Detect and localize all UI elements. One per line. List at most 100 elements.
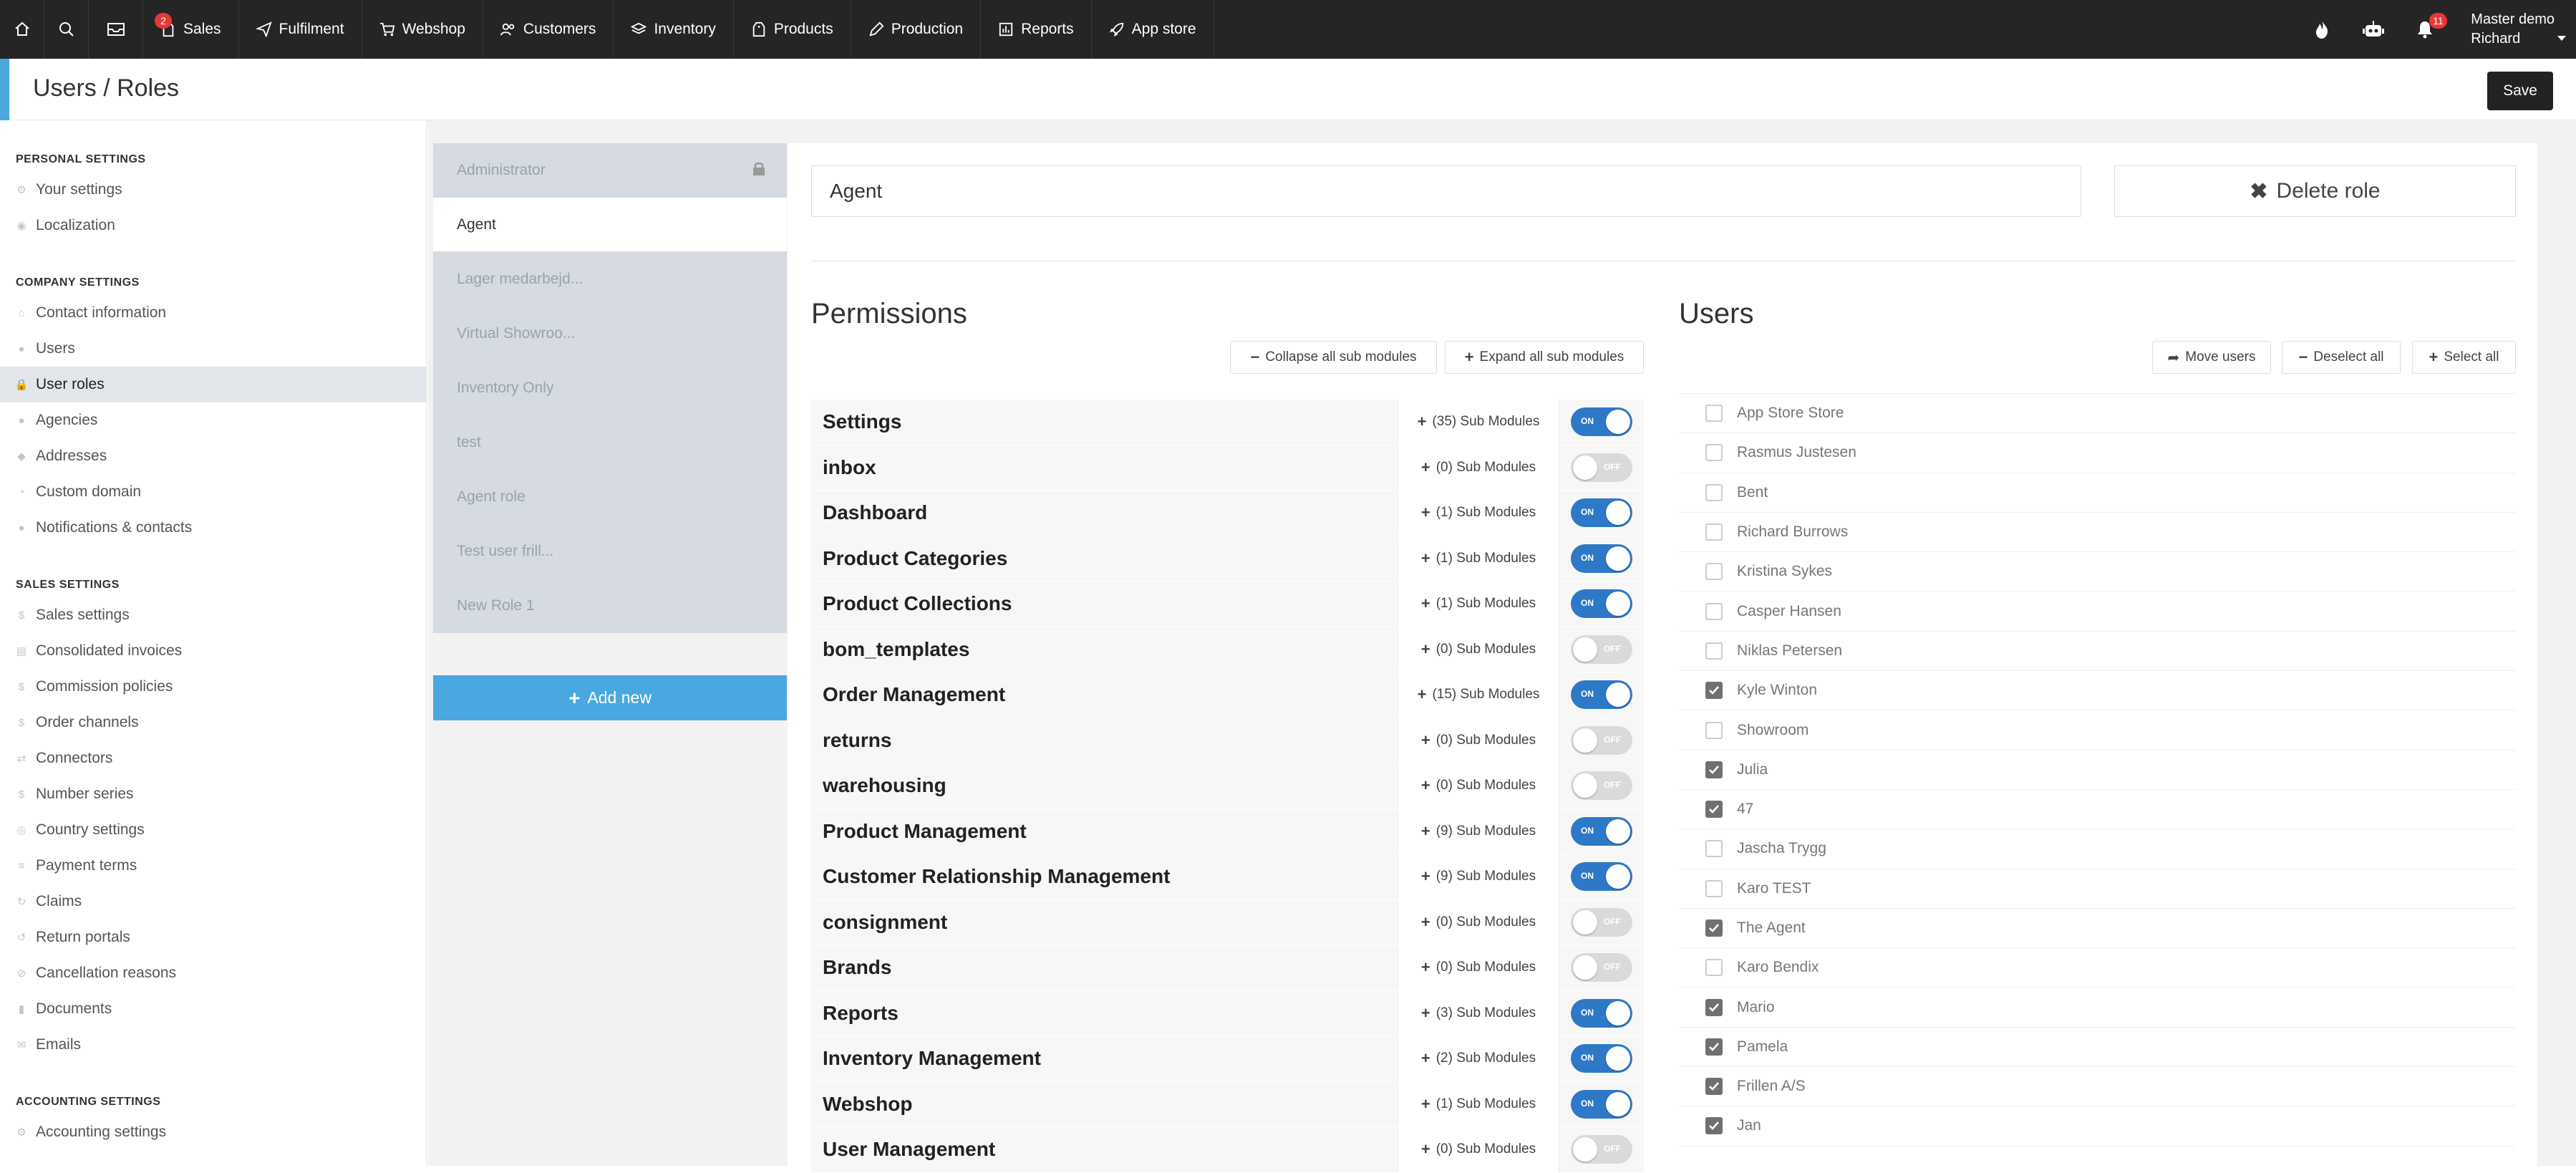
fire-button[interactable] <box>2296 0 2348 59</box>
sidebar-item-order-channels[interactable]: $ Order channels <box>0 705 426 740</box>
role-item[interactable]: Lager medarbejd... <box>433 252 787 306</box>
sidebar-item-connectors[interactable]: ⇄ Connectors <box>0 740 426 776</box>
sub-modules-button[interactable]: + (9) Sub Modules <box>1398 808 1559 854</box>
sub-modules-button[interactable]: + (35) Sub Modules <box>1398 400 1559 445</box>
user-row[interactable]: Bent <box>1679 473 2516 513</box>
sidebar-item-emails[interactable]: ✉ Emails <box>0 1027 426 1063</box>
sidebar-item-localization[interactable]: ◉ Localization <box>0 208 426 243</box>
role-item[interactable]: test <box>433 415 787 470</box>
user-checkbox[interactable] <box>1705 1078 1723 1096</box>
sub-modules-button[interactable]: + (0) Sub Modules <box>1398 445 1559 490</box>
user-row[interactable]: 47 <box>1679 790 2516 830</box>
sidebar-item-users[interactable]: ● Users <box>0 331 426 367</box>
sidebar-item-consolidated-invoices[interactable]: ▤ Consolidated invoices <box>0 633 426 669</box>
sub-modules-button[interactable]: + (0) Sub Modules <box>1398 718 1559 763</box>
sub-modules-button[interactable]: + (3) Sub Modules <box>1398 990 1559 1036</box>
delete-role-button[interactable]: ✖ Delete role <box>2114 165 2516 217</box>
permission-toggle[interactable]: OFF <box>1571 453 1632 482</box>
expand-all-button[interactable]: + Expand all sub modules <box>1445 341 1644 374</box>
user-row[interactable]: Pamela <box>1679 1028 2516 1068</box>
permission-toggle[interactable]: OFF <box>1571 907 1632 937</box>
nav-sales[interactable]: Sales <box>143 0 239 59</box>
user-checkbox[interactable] <box>1705 1117 1723 1135</box>
role-item[interactable]: Administrator <box>433 143 787 198</box>
user-checkbox[interactable] <box>1705 801 1723 819</box>
user-row[interactable]: Frillen A/S <box>1679 1067 2516 1107</box>
user-row[interactable]: App Store Store <box>1679 394 2516 434</box>
user-row[interactable]: Jascha Trygg <box>1679 829 2516 869</box>
nav-inventory[interactable]: Inventory <box>614 0 734 59</box>
user-row[interactable]: The Agent <box>1679 909 2516 949</box>
sidebar-item-notifications-contacts[interactable]: ● Notifications & contacts <box>0 510 426 546</box>
sidebar-item-claims[interactable]: ↻ Claims <box>0 884 426 919</box>
sub-modules-button[interactable]: + (0) Sub Modules <box>1398 1127 1559 1172</box>
user-menu[interactable]: Master demo Richard <box>2451 10 2576 49</box>
user-checkbox[interactable] <box>1705 879 1723 897</box>
save-button[interactable]: Save <box>2487 72 2553 110</box>
role-item[interactable]: Test user frill... <box>433 524 787 579</box>
sub-modules-button[interactable]: + (1) Sub Modules <box>1398 491 1559 536</box>
user-checkbox[interactable] <box>1705 523 1723 541</box>
user-checkbox[interactable] <box>1705 959 1723 977</box>
sub-modules-button[interactable]: + (15) Sub Modules <box>1398 672 1559 718</box>
permission-toggle[interactable]: ON <box>1571 862 1632 892</box>
sub-modules-button[interactable]: + (1) Sub Modules <box>1398 536 1559 581</box>
user-row[interactable]: Kristina Sykes <box>1679 552 2516 592</box>
user-row[interactable]: Julia <box>1679 750 2516 790</box>
permission-toggle[interactable]: ON <box>1571 816 1632 846</box>
sidebar-item-your-settings[interactable]: ⚙ Your settings <box>0 172 426 208</box>
nav-customers[interactable]: Customers <box>483 0 614 59</box>
user-checkbox[interactable] <box>1705 405 1723 423</box>
role-item[interactable]: Agent role <box>433 470 787 524</box>
user-checkbox[interactable] <box>1705 840 1723 858</box>
user-row[interactable]: Showroom <box>1679 710 2516 750</box>
user-checkbox[interactable] <box>1705 761 1723 778</box>
user-checkbox[interactable] <box>1705 682 1723 700</box>
sub-modules-button[interactable]: + (2) Sub Modules <box>1398 1036 1559 1081</box>
user-row[interactable]: Kyle Winton <box>1679 671 2516 711</box>
user-checkbox[interactable] <box>1705 444 1723 462</box>
sidebar-item-number-series[interactable]: $ Number series <box>0 776 426 812</box>
select-all-button[interactable]: + Select all <box>2412 341 2516 374</box>
user-checkbox[interactable] <box>1705 563 1723 581</box>
sidebar-item-country-settings[interactable]: ◎ Country settings <box>0 812 426 848</box>
deselect-all-button[interactable]: − Deselect all <box>2282 341 2401 374</box>
move-users-button[interactable]: ➦ Move users <box>2152 341 2271 374</box>
permission-toggle[interactable]: ON <box>1571 998 1632 1028</box>
sidebar-item-commission-policies[interactable]: $ Commission policies <box>0 669 426 705</box>
user-row[interactable]: Karo Bendix <box>1679 948 2516 988</box>
user-checkbox[interactable] <box>1705 1038 1723 1056</box>
user-checkbox[interactable] <box>1705 919 1723 937</box>
role-item[interactable]: Inventory Only <box>433 361 787 415</box>
nav-reports[interactable]: Reports <box>981 0 1092 59</box>
home-button[interactable] <box>0 0 44 59</box>
nav-production[interactable]: Production <box>851 0 982 59</box>
sidebar-item-custom-domain[interactable]: ◔ Custom domain <box>0 474 426 510</box>
inbox-button[interactable]: 2 <box>89 0 172 59</box>
role-item[interactable]: Agent <box>433 198 787 252</box>
user-checkbox[interactable] <box>1705 602 1723 620</box>
permission-toggle[interactable]: ON <box>1571 407 1632 437</box>
sidebar-item-user-roles[interactable]: 🔒 User roles <box>0 367 426 402</box>
role-item[interactable]: New Role 1 <box>433 579 787 633</box>
sidebar-item-accounting-settings[interactable]: ⚙ Accounting settings <box>0 1114 426 1150</box>
robot-button[interactable] <box>2348 0 2399 59</box>
sub-modules-button[interactable]: + (0) Sub Modules <box>1398 945 1559 990</box>
nav-webshop[interactable]: Webshop <box>362 0 483 59</box>
nav-app-store[interactable]: App store <box>1092 0 1214 59</box>
collapse-all-button[interactable]: − Collapse all sub modules <box>1230 341 1437 374</box>
permission-toggle[interactable]: ON <box>1571 680 1632 710</box>
user-checkbox[interactable] <box>1705 642 1723 660</box>
permission-toggle[interactable]: OFF <box>1571 725 1632 755</box>
user-checkbox[interactable] <box>1705 998 1723 1016</box>
nav-fulfilment[interactable]: Fulfilment <box>239 0 362 59</box>
permission-toggle[interactable]: OFF <box>1571 771 1632 801</box>
sidebar-item-payment-terms[interactable]: ≡ Payment terms <box>0 848 426 884</box>
user-row[interactable]: Mario <box>1679 988 2516 1028</box>
permission-toggle[interactable]: ON <box>1571 1089 1632 1119</box>
permission-toggle[interactable]: ON <box>1571 1044 1632 1073</box>
sidebar-item-addresses[interactable]: ◆ Addresses <box>0 438 426 474</box>
sidebar-item-agencies[interactable]: ● Agencies <box>0 402 426 438</box>
role-name-input[interactable]: Agent <box>811 165 2081 217</box>
add-new-role-button[interactable]: + Add new <box>433 675 787 720</box>
